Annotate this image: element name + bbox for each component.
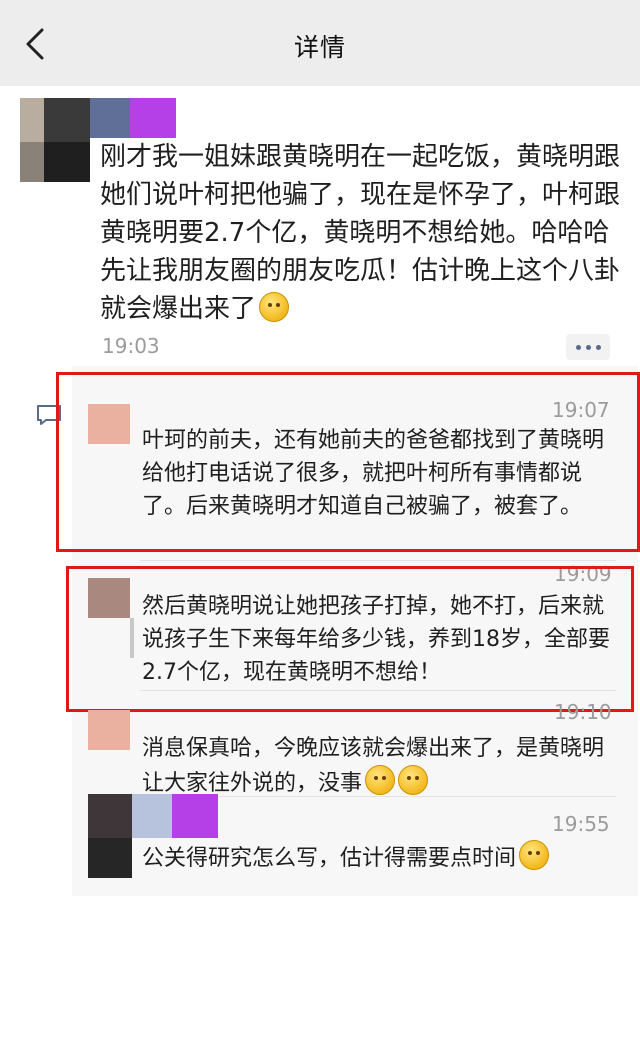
comment-text: 叶珂的前夫，还有她前夫的爸爸都找到了黄晓明给他打电话说了很多，就把叶柯所有事情都… xyxy=(142,428,605,519)
comment-author-name[interactable] xyxy=(132,794,218,838)
comment-timestamp: 19:09 xyxy=(554,562,612,586)
more-options-button[interactable] xyxy=(566,334,610,360)
thinking-emoji xyxy=(398,765,429,795)
smirk-emoji xyxy=(259,292,290,322)
comment-timestamp: 19:10 xyxy=(554,700,612,724)
comment-bubble-icon xyxy=(37,405,61,425)
thinking-emoji xyxy=(365,765,396,795)
post-timestamp: 19:03 xyxy=(102,334,160,358)
comment-timestamp: 19:55 xyxy=(552,812,610,836)
post-author-name[interactable] xyxy=(90,98,176,138)
more-dots-icon-dot xyxy=(596,345,601,350)
more-dots-icon xyxy=(576,345,581,350)
navigation-bar: 详情 xyxy=(0,0,640,86)
comment-divider xyxy=(140,560,616,561)
comment-avatar[interactable] xyxy=(88,794,132,878)
comment-divider xyxy=(140,690,616,691)
comment-text: 公关得研究怎么写，估计得需要点时间 xyxy=(142,840,620,875)
comment-avatar[interactable] xyxy=(88,404,130,444)
comment-text: 消息保真哈，今晚应该就会爆出来了，是黄晓明让大家往外说的，没事 xyxy=(142,736,605,796)
page-title: 详情 xyxy=(293,33,346,62)
thinking-emoji xyxy=(519,840,550,870)
comment-text: 然后黄晓明说让她把孩子打掉，她不打，后来就说孩子生下来每年给多少钱，养到18岁，… xyxy=(142,594,610,685)
comment-avatar[interactable] xyxy=(88,578,130,618)
comment-avatar[interactable] xyxy=(88,710,130,750)
comment-timestamp: 19:07 xyxy=(552,398,610,422)
avatar-edge xyxy=(130,618,134,658)
post-content: 刚才我一姐妹跟黄晓明在一起吃饭，黄晓明跟她们说叶柯把他骗了，现在是怀孕了，叶柯跟… xyxy=(100,142,621,324)
more-dots-icon-dot xyxy=(586,345,591,350)
post-author-avatar[interactable] xyxy=(20,98,90,182)
